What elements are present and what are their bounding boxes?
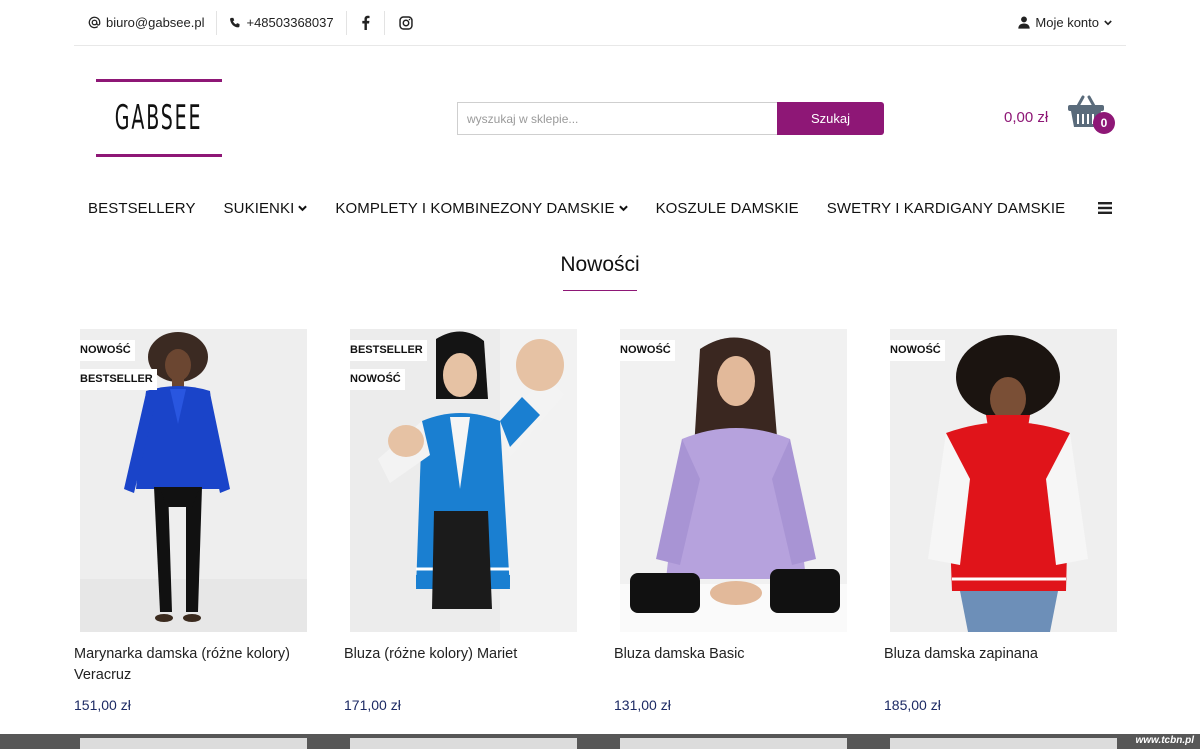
section-title: Nowości <box>560 253 640 276</box>
next-row-image <box>620 738 847 749</box>
nav-item-label: SWETRY I KARDIGANY DAMSKIE <box>826 199 1066 217</box>
product-image[interactable]: NOWOŚĆ <box>890 329 1117 632</box>
main-nav: BESTSELLERY SUKIENKI KOMPLETY I KOMBINEZ… <box>74 192 1126 224</box>
search-input[interactable] <box>457 102 777 135</box>
product-name[interactable]: Bluza damska zapinana <box>884 644 1118 686</box>
product-image[interactable]: NOWOŚĆ <box>620 329 847 632</box>
product-price: 151,00 zł <box>74 697 131 713</box>
phone-icon <box>229 17 241 29</box>
product-name[interactable]: Bluza damska Basic <box>614 644 848 686</box>
search-bar: Szukaj <box>457 102 884 135</box>
account-menu[interactable]: Moje konto <box>1018 15 1126 30</box>
top-bar: biuro@gabsee.pl +48503368037 Moje konto <box>74 0 1126 46</box>
product-card[interactable]: NOWOŚĆ Bluza damska Basic 131,00 zł <box>614 329 848 713</box>
phone-contact[interactable]: +48503368037 <box>217 10 347 35</box>
account-label: Moje konto <box>1035 15 1099 30</box>
instagram-link[interactable] <box>385 11 427 35</box>
product-badge: NOWOŚĆ <box>890 340 945 361</box>
product-image[interactable]: NOWOŚĆ BESTSELLER <box>80 329 307 632</box>
chevron-down-icon <box>298 205 308 212</box>
nav-item-label: KOSZULE DAMSKIE <box>655 199 799 217</box>
next-row-image <box>890 738 1117 749</box>
user-icon <box>1018 16 1031 29</box>
product-card[interactable]: NOWOŚĆ Bluza damska zapinana 185,00 zł <box>884 329 1118 713</box>
next-row-image <box>80 738 307 749</box>
watermark: www.tcbn.pl <box>1135 735 1194 746</box>
product-card[interactable]: BESTSELLER NOWOŚĆ Bluza (różne kolory) M… <box>344 329 578 713</box>
search-button[interactable]: Szukaj <box>777 102 884 135</box>
product-image[interactable]: BESTSELLER NOWOŚĆ <box>350 329 577 632</box>
phone-text: +48503368037 <box>246 15 334 30</box>
product-price: 185,00 zł <box>884 697 941 713</box>
nav-item-bestsellery[interactable]: BESTSELLERY <box>74 200 210 217</box>
email-text: biuro@gabsee.pl <box>106 15 205 30</box>
cart-total[interactable]: 0,00 zł <box>1004 109 1048 126</box>
chevron-down-icon <box>618 205 628 212</box>
facebook-link[interactable] <box>347 10 385 35</box>
next-row-image <box>350 738 577 749</box>
section-divider <box>563 290 637 291</box>
logo-text: GABSEE <box>115 98 203 138</box>
product-badge: NOWOŚĆ <box>350 369 405 390</box>
site-logo[interactable]: GABSEE <box>96 79 222 157</box>
nav-item-koszule[interactable]: KOSZULE DAMSKIE <box>642 200 813 217</box>
nav-item-label: KOMPLETY I KOMBINEZONY DAMSKIE <box>335 199 615 217</box>
product-card[interactable]: NOWOŚĆ BESTSELLER Marynarka damska (różn… <box>74 329 308 713</box>
chevron-down-icon <box>1104 19 1112 26</box>
nav-item-label: SUKIENKI <box>223 199 295 217</box>
product-badge: NOWOŚĆ <box>620 340 675 361</box>
at-icon <box>88 16 101 29</box>
nav-item-swetry[interactable]: SWETRY I KARDIGANY DAMSKIE <box>813 200 1080 217</box>
nav-item-komplety[interactable]: KOMPLETY I KOMBINEZONY DAMSKIE <box>321 200 641 217</box>
product-badge: BESTSELLER <box>80 369 157 390</box>
facebook-icon <box>361 15 370 30</box>
product-name[interactable]: Marynarka damska (różne kolory) Veracruz <box>74 644 308 686</box>
product-price: 131,00 zł <box>614 697 671 713</box>
nav-item-label: BESTSELLERY <box>88 199 196 217</box>
product-name[interactable]: Bluza (różne kolory) Mariet <box>344 644 578 686</box>
bottom-strip: www.tcbn.pl <box>0 734 1200 749</box>
instagram-icon <box>398 15 413 30</box>
product-badge: BESTSELLER <box>350 340 427 361</box>
email-contact[interactable]: biuro@gabsee.pl <box>74 10 218 35</box>
menu-icon[interactable] <box>1084 202 1126 214</box>
product-price: 171,00 zł <box>344 697 401 713</box>
nav-item-sukienki[interactable]: SUKIENKI <box>210 200 322 217</box>
product-badge: NOWOŚĆ <box>80 340 135 361</box>
cart-count-badge: 0 <box>1093 112 1115 134</box>
